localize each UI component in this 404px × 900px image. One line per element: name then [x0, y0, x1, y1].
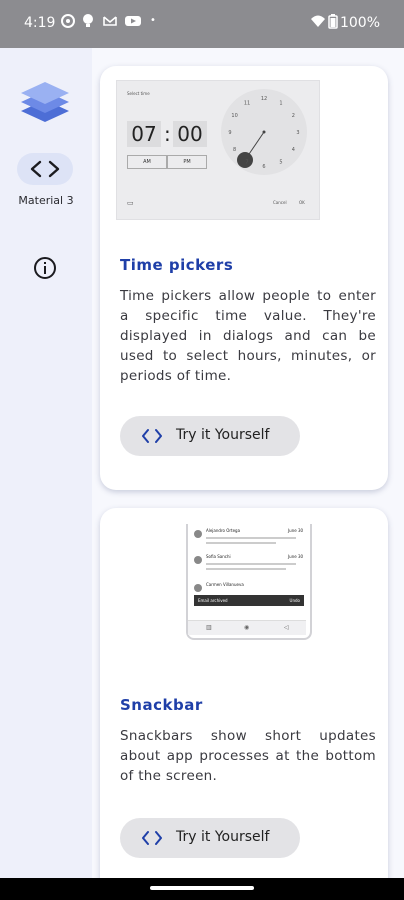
more-notifications-icon: •: [150, 15, 156, 26]
navigation-rail: Material 3: [0, 48, 93, 878]
thumb-snackbar-action: Undo: [289, 598, 300, 603]
dial-number: 3: [296, 130, 299, 136]
try-button-label: Try it Yourself: [176, 829, 270, 845]
card-title: Snackbar: [120, 696, 203, 714]
thumb-list-item: Sofia Sanchi June 30: [194, 554, 304, 576]
component-card-snackbar[interactable]: Alejandro Ortega June 30 Sofia Sanchi Ju…: [100, 508, 388, 878]
thumb-list-item: Alejandro Ortega June 30: [194, 528, 304, 550]
thumb-hour: 07: [127, 121, 161, 147]
thumb-snackbar-text: Email archived: [198, 598, 228, 603]
thumb-line: [206, 537, 296, 539]
code-icon: [142, 831, 162, 845]
thumb-ok: OK: [299, 200, 305, 205]
youtube-icon: [125, 16, 141, 26]
thumb-colon: :: [164, 122, 171, 146]
home-handle[interactable]: [150, 886, 254, 890]
dial-number: 11: [244, 101, 250, 107]
card-description: Time pickers allow people to enter a spe…: [120, 288, 376, 384]
thumb-name: Alejandro Ortega: [206, 528, 241, 533]
battery-icon: [328, 14, 338, 29]
thumb-minute: 00: [173, 121, 207, 147]
thumb-name: Sofia Sanchi: [206, 554, 231, 559]
thumb-header: Select time: [127, 91, 150, 96]
try-it-yourself-button[interactable]: Try it Yourself: [120, 818, 300, 858]
thumb-line: [206, 563, 296, 565]
battery-percentage: 100%: [339, 15, 380, 31]
dial-number: 1: [279, 101, 282, 107]
status-bar: 4:19 • 100%: [0, 0, 404, 48]
dial-number: 4: [292, 147, 295, 153]
thumb-line: [206, 568, 286, 570]
dial-number: 7: [245, 159, 248, 165]
thumb-snackbar: Email archived Undo: [194, 595, 304, 606]
thumb-date: June 30: [288, 528, 304, 533]
wifi-icon: [311, 15, 325, 27]
thumb-clock-dial: 12 1 2 3 4 5 6 7 8 9 10 11: [221, 89, 307, 175]
card-title: Time pickers: [120, 256, 234, 274]
keyboard-icon: ▭: [127, 199, 134, 207]
snackbar-thumbnail: Alejandro Ortega June 30 Sofia Sanchi Ju…: [186, 524, 312, 640]
thumb-home-icon: ◉: [244, 624, 250, 631]
clock-dial-svg: 121234567891011: [228, 96, 299, 170]
bulb-icon: [83, 14, 93, 27]
dial-number: 5: [279, 159, 282, 165]
component-card-time-pickers[interactable]: Select time 07 : 00 AM PM 12 1 2 3 4 5 6 7 8 9 10 1…: [100, 66, 388, 490]
thumb-line: [206, 542, 276, 544]
status-time: 4:19: [24, 15, 56, 31]
avatar: [194, 584, 202, 592]
sync-icon: [61, 14, 75, 28]
info-icon[interactable]: [33, 256, 57, 280]
avatar: [194, 530, 202, 538]
dial-number: 8: [233, 147, 236, 153]
code-icon: [30, 160, 60, 178]
thumb-date: June 30: [288, 554, 304, 559]
thumb-back-icon: ◁: [284, 624, 289, 631]
component-list[interactable]: Select time 07 : 00 AM PM 12 1 2 3 4 5 6 7 8 9 10 1…: [92, 0, 404, 878]
thumb-pm: PM: [167, 155, 207, 169]
dial-number: 10: [231, 113, 237, 119]
code-icon: [142, 429, 162, 443]
rail-item-label: Material 3: [18, 194, 74, 207]
try-it-yourself-button[interactable]: Try it Yourself: [120, 416, 300, 456]
dial-number: 12: [261, 96, 267, 102]
avatar: [194, 556, 202, 564]
layers-icon[interactable]: [19, 78, 71, 126]
dial-number: 6: [262, 164, 265, 170]
try-button-label: Try it Yourself: [176, 427, 270, 443]
thumb-am: AM: [127, 155, 167, 169]
mail-icon: [103, 16, 117, 26]
time-picker-thumbnail: Select time 07 : 00 AM PM 12 1 2 3 4 5 6 7 8 9 10 1…: [116, 80, 320, 220]
rail-item-material3[interactable]: [17, 153, 73, 185]
gesture-nav-bar: [0, 878, 404, 900]
card-description: Snackbars show short updates about app p…: [120, 728, 376, 784]
thumb-nav-bar: ▥ ◉ ◁: [188, 620, 306, 635]
thumb-name: Carmen Villanueva: [206, 582, 244, 587]
dial-number: 9: [228, 130, 231, 136]
thumb-cancel: Cancel: [273, 200, 287, 205]
dial-number: 2: [292, 113, 295, 119]
thumb-menu-icon: ▥: [206, 624, 212, 631]
